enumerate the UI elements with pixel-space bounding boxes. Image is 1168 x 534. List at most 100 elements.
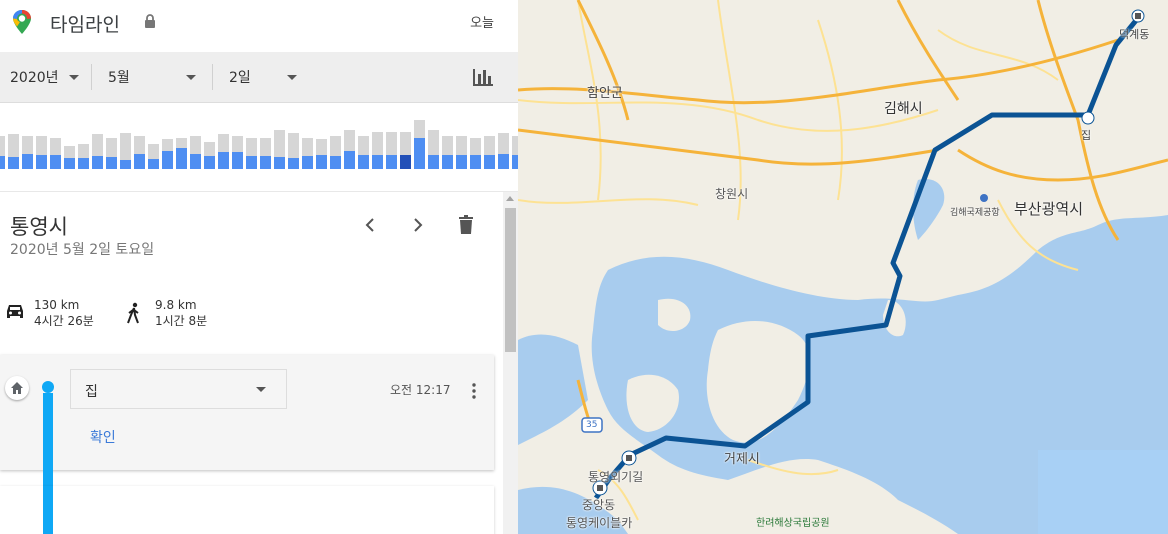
histogram-day-bar-fill	[498, 154, 509, 169]
chevron-down-icon	[287, 74, 297, 80]
airport-icon	[980, 194, 988, 202]
trash-icon[interactable]	[456, 214, 476, 236]
histogram-day-bar-fill	[218, 152, 229, 169]
today-button[interactable]: 오늘	[470, 12, 494, 31]
chevron-right-icon[interactable]	[408, 214, 428, 236]
drive-distance: 130 km	[34, 298, 80, 312]
activity-histogram[interactable]	[0, 103, 518, 191]
histogram-day-bar-fill	[470, 154, 481, 169]
home-icon	[11, 382, 23, 394]
map-canvas[interactable]	[518, 0, 1168, 534]
histogram-day-bar-fill	[78, 158, 89, 169]
histogram-day-bar-fill	[64, 158, 75, 169]
river	[913, 179, 945, 240]
histogram-day-bar-fill	[0, 155, 5, 169]
scrollbar[interactable]	[503, 192, 518, 534]
histogram-day-bar-fill	[288, 158, 299, 169]
more-vert-icon[interactable]	[471, 382, 477, 400]
histogram-day-bar-fill	[358, 154, 369, 169]
chevron-down-icon	[186, 74, 196, 80]
chevron-down-icon	[256, 387, 266, 392]
confirm-button[interactable]: 확인	[90, 427, 116, 447]
walk-duration: 1시간 8분	[155, 314, 208, 328]
histogram-day-bar-fill	[8, 157, 19, 169]
histogram-day-bar-fill	[204, 155, 215, 169]
histogram-day-bar-fill	[372, 154, 383, 169]
timeline-entry-card	[0, 486, 494, 534]
date-selector-bar: 2020년 5월 2일	[0, 52, 518, 103]
histogram-day-bar-fill	[400, 154, 411, 169]
sea	[518, 334, 588, 445]
histogram-day-bar-fill	[302, 155, 313, 169]
day-dropdown[interactable]: 2일	[229, 52, 297, 102]
year-value: 2020년	[10, 70, 59, 86]
histogram-day-bar-fill	[106, 157, 117, 169]
scrollbar-thumb[interactable]	[505, 208, 516, 352]
histogram-day-bar-fill	[232, 152, 243, 169]
home-marker	[5, 376, 29, 400]
day-value: 2일	[229, 70, 251, 86]
place-value: 집	[85, 384, 98, 400]
month-value: 5월	[108, 70, 130, 86]
map-label-jungang: 중앙동	[582, 498, 616, 512]
sea-deep	[1038, 450, 1168, 534]
histogram-day-bar-fill	[148, 158, 159, 169]
car-icon	[7, 305, 23, 318]
stop-marker-square	[597, 485, 603, 491]
histogram-day-bar-fill	[162, 151, 173, 169]
histogram-day-bar-fill	[260, 155, 271, 169]
header: 타임라인 오늘	[0, 0, 518, 52]
walk-distance: 9.8 km	[155, 298, 197, 312]
map-label-busan: 부산광역시	[1014, 200, 1084, 218]
histogram-day-bar-fill	[456, 154, 467, 169]
divider	[91, 64, 92, 90]
day-date: 2020년 5월 2일 토요일	[10, 242, 155, 258]
page-title: 타임라인	[50, 14, 120, 36]
month-dropdown[interactable]: 5월	[108, 52, 196, 102]
walking-icon	[127, 302, 139, 324]
histogram-day-bar-fill	[36, 154, 47, 169]
map-label-tongyeong-route: 통영외기길	[588, 470, 644, 484]
google-maps-pin-icon	[13, 10, 31, 34]
drive-duration: 4시간 26분	[34, 314, 94, 328]
map-label-home: 집	[1081, 129, 1092, 142]
map-label-deokgye: 덕계동	[1119, 28, 1150, 41]
map-view[interactable]: 함안군 김해시 창원시 김해국제공항 부산광역시 거제시 덕계동 집 통영외기길…	[518, 0, 1168, 534]
map-label-changwon: 창원시	[715, 187, 749, 201]
histogram-day-bar-fill	[414, 137, 425, 169]
bar-chart-icon[interactable]	[472, 67, 494, 87]
histogram-day-bar-fill	[120, 160, 131, 169]
histogram-day-bar-fill	[22, 154, 33, 169]
map-label-airport: 김해국제공항	[950, 208, 1000, 218]
divider	[0, 191, 518, 192]
timeline-dot	[42, 381, 54, 393]
histogram-day-bar-fill	[176, 148, 187, 169]
highway-number: 35	[586, 420, 598, 430]
histogram-day-bar-fill	[330, 155, 341, 169]
histogram-day-bar-fill	[50, 154, 61, 169]
chevron-left-icon[interactable]	[360, 214, 380, 236]
map-label-geoje: 거제시	[724, 452, 760, 467]
histogram-day-bar-fill	[246, 155, 257, 169]
chevron-down-icon	[68, 74, 79, 80]
restaurant-marker[interactable]	[1081, 111, 1095, 125]
place-dropdown[interactable]: 집	[70, 369, 287, 409]
year-dropdown[interactable]: 2020년	[10, 52, 79, 102]
histogram-day-bar-fill	[442, 154, 453, 169]
map-label-haman: 함안군	[587, 86, 623, 101]
histogram-day-bar-fill	[428, 154, 439, 169]
map-label-gimhae: 김해시	[884, 101, 923, 117]
histogram-day-bar-fill	[190, 154, 201, 169]
stop-marker-square	[626, 455, 632, 461]
map-label-marine-park: 한려해상국립공원	[756, 518, 830, 529]
day-place-title: 통영시	[10, 215, 68, 239]
histogram-day-bar-fill	[344, 151, 355, 169]
divider	[212, 64, 213, 90]
lock-icon	[145, 14, 155, 28]
scroll-up-arrow[interactable]	[506, 196, 514, 201]
histogram-day-bar-fill	[274, 157, 285, 169]
map-label-cablecar: 통영케이블카	[566, 516, 633, 530]
timeline-panel: 타임라인 오늘 2020년 5월 2일 통영시 2020년 5월 2일 토요일 …	[0, 0, 518, 534]
histogram-day-bar-fill	[316, 154, 327, 169]
timeline-track	[43, 486, 53, 534]
